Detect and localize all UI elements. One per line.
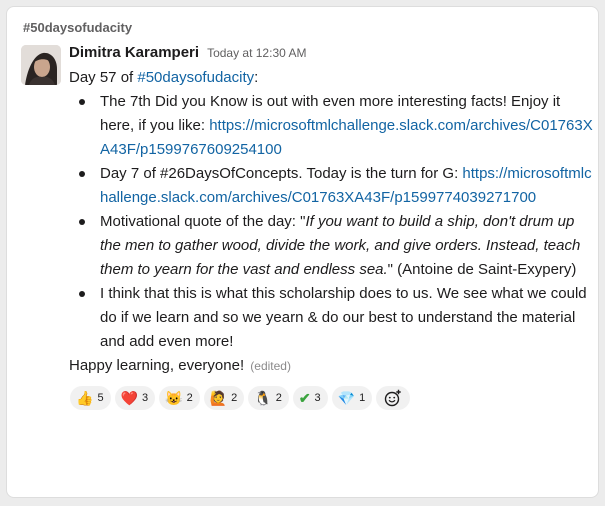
bullet-icon [79, 99, 85, 105]
bullet-list: The 7th Did you Know is out with even mo… [69, 90, 594, 354]
smiley-icon: 😺 [165, 390, 183, 406]
reaction-count: 2 [186, 392, 193, 404]
bullet-icon [79, 291, 85, 297]
message-body: Dimitra Karamperi Today at 12:30 AM Day … [69, 44, 594, 410]
bullet-text: Motivational quote of the day: " [100, 213, 306, 230]
reaction-thumbs-up[interactable]: 👍 5 [70, 386, 111, 410]
reaction-count: 2 [275, 392, 282, 404]
closing-text: Happy learning, everyone! [69, 357, 245, 374]
reaction-heart[interactable]: ❤️ 3 [114, 386, 156, 410]
penguin-icon: 🐧 [254, 390, 272, 406]
avatar[interactable] [21, 45, 61, 85]
raised-hand-icon: 🙋 [209, 390, 228, 406]
reaction-penguin[interactable]: 🐧 2 [248, 386, 289, 410]
bullet-icon [79, 171, 85, 177]
reaction-count: 2 [231, 392, 238, 404]
intro-prefix: Day 57 of [69, 69, 138, 86]
timestamp[interactable]: Today at 12:30 AM [207, 46, 306, 60]
closing-line: Happy learning, everyone! (edited) [69, 354, 594, 378]
bullet-text: Day 7 of #26DaysOfConcepts. Today is the… [100, 165, 463, 182]
intro-line: Day 57 of #50daysofudacity: [69, 66, 594, 90]
heart-icon: ❤️ [120, 390, 138, 406]
add-emoji-icon [385, 389, 401, 407]
reaction-gem[interactable]: 💎 1 [331, 386, 373, 410]
channel-name[interactable]: #50daysofudacity [23, 20, 132, 35]
reaction-smiley[interactable]: 😺 2 [159, 386, 200, 410]
edited-label: (edited) [250, 359, 291, 373]
reaction-raised-hand[interactable]: 🙋 2 [203, 386, 245, 410]
gem-icon: 💎 [337, 390, 356, 406]
reaction-count: 3 [142, 392, 149, 404]
thumbs-up-icon: 👍 [76, 390, 94, 406]
reaction-check-mark[interactable]: ✔ 3 [292, 386, 328, 410]
reaction-bar: 👍 5 ❤️ 3 😺 2 🙋 2 🐧 2 ✔ 3 💎 1 [70, 386, 594, 410]
reaction-count: 3 [314, 392, 321, 404]
avatar-image [21, 45, 61, 85]
add-reaction-button[interactable] [376, 386, 411, 410]
bullet-text: I think that this is what this scholarsh… [100, 285, 587, 350]
intro-suffix: : [254, 69, 259, 86]
check-mark-icon: ✔ [298, 390, 311, 406]
message-header: Dimitra Karamperi Today at 12:30 AM [69, 44, 594, 66]
reaction-count: 5 [97, 392, 104, 404]
list-item: I think that this is what this scholarsh… [69, 282, 594, 354]
channel-link[interactable]: #50daysofudacity [137, 69, 254, 86]
list-item: Day 7 of #26DaysOfConcepts. Today is the… [69, 162, 594, 210]
reaction-count: 1 [359, 392, 366, 404]
list-item: Motivational quote of the day: "If you w… [69, 210, 594, 282]
message-card: #50daysofudacity Dimitra Karamperi Today… [6, 6, 599, 498]
list-item: The 7th Did you Know is out with even mo… [69, 90, 594, 162]
bullet-icon [79, 219, 85, 225]
quote-attribution: " (Antoine de Saint-Exypery) [387, 261, 577, 278]
author-name[interactable]: Dimitra Karamperi [69, 44, 199, 61]
